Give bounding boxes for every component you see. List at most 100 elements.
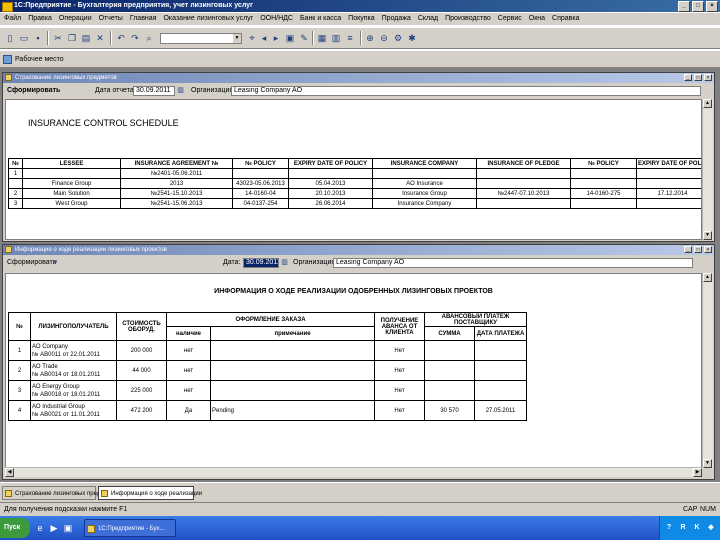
organization-field[interactable]: Leasing Company AO [231,86,701,96]
binoculars-icon[interactable]: ⌖ [246,32,258,44]
copy-icon[interactable]: ❐ [66,32,78,44]
chevron-down-icon[interactable]: ▼ [233,34,241,43]
tab-leasing-projects[interactable]: Информация о ходе реализации [98,486,202,500]
list-icon[interactable]: ≡ [344,32,356,44]
menu-windows[interactable]: Окна [529,13,545,25]
menu-help[interactable]: Справка [552,13,579,25]
start-button[interactable]: Пуск [0,518,30,538]
window-title: Информация о ходе реализации лизинговых … [15,247,167,253]
menu-file[interactable]: Файл [4,13,21,25]
cell: 14-0160-275 [570,188,637,199]
insurance-report-window: Страхование лизинговых предметов _ □ × С… [2,72,715,242]
report-params: Сформировать Дата отчета: 30.09.2011 ▥ О… [3,84,714,98]
desktop-icon[interactable]: ▣ [62,522,74,534]
dropdown-icon[interactable]: ▾ [51,257,60,269]
menu-bank[interactable]: Банк и касса [300,13,341,25]
horizontal-scrollbar[interactable]: ◀ ▶ [5,467,702,477]
close-button[interactable]: × [706,1,718,12]
vertical-scrollbar[interactable]: ▲ ▼ [702,273,713,468]
scroll-right-icon[interactable]: ▶ [693,468,702,477]
undo-icon[interactable]: ↶ [115,32,127,44]
calendar-icon[interactable]: ▥ [176,85,185,97]
cut-icon[interactable]: ✂ [52,32,64,44]
minimize-button[interactable]: _ [678,1,690,12]
save-icon[interactable]: ▪ [32,32,44,44]
m-plus-icon[interactable]: ⊕ [364,32,376,44]
ie-icon[interactable]: e [34,522,46,534]
menu-vat[interactable]: ООН/НДС [260,13,293,25]
table-row[interactable]: 3 АО Energy Group № АВ0018 от 18.01.2011 … [8,380,528,401]
open-icon[interactable]: ▭ [18,32,30,44]
scroll-up-icon[interactable]: ▲ [703,273,712,282]
paste-icon[interactable]: ▤ [80,32,92,44]
window-close-button[interactable]: × [704,246,712,253]
vertical-scrollbar[interactable]: ▲ ▼ [702,99,713,240]
calendar-icon[interactable]: ▥ [280,257,289,269]
scroll-left-icon[interactable]: ◀ [5,468,14,477]
menu-service[interactable]: Сервис [498,13,522,25]
search-next-icon[interactable]: ▸ [270,32,282,44]
m-minus-icon[interactable]: ⊖ [378,32,390,44]
scroll-down-icon[interactable]: ▼ [703,231,712,240]
task-1c[interactable]: 1С:Предприятие - Бух... [84,519,176,537]
folder-icon[interactable]: ▣ [284,32,296,44]
cell: Main Solution [22,188,121,199]
calendar-icon[interactable]: ▥ [330,32,342,44]
table-row[interactable]: 1 №2401-05.06.2011 [8,168,701,179]
menu-leasing[interactable]: Оказание лизинговых услуг [163,13,253,25]
menu-operations[interactable]: Операции [59,13,92,25]
recipient-name: АО Trade [32,363,58,370]
table-row[interactable]: 4 АО Industrial Group № АВ0021 от 11.01.2… [8,400,528,421]
table-row[interactable]: 2 АО Trade № АВ0014 от 18.01.2011 44 000 … [8,360,528,381]
new-doc-icon[interactable]: ▯ [4,32,16,44]
workplace-button[interactable]: Рабочее место [3,54,68,66]
search-combo[interactable]: ▼ [160,33,242,44]
window-minimize-button[interactable]: _ [684,246,692,253]
menu-purchase[interactable]: Покупка [348,13,374,25]
date-field[interactable]: 30.09.2011 [243,258,279,268]
menu-production[interactable]: Производство [445,13,491,25]
date-label: Дата отчета: [95,87,136,94]
mark-icon[interactable]: ✎ [298,32,310,44]
menu-warehouse[interactable]: Склад [418,13,438,25]
window-close-button[interactable]: × [704,74,712,81]
media-icon[interactable]: ▶ [48,522,60,534]
scroll-up-icon[interactable]: ▲ [703,99,712,108]
table-row[interactable]: 3 West Group №2541-15.06.2013 04-0137-25… [8,198,701,209]
settings-icon[interactable]: ⚙ [392,32,404,44]
redo-icon[interactable]: ↷ [129,32,141,44]
organization-field[interactable]: Leasing Company AO [333,258,693,268]
table-row[interactable]: Finance Group 2013 43023-05.06.2013 05.0… [8,178,701,189]
generate-button[interactable]: Сформировать [7,256,56,270]
table-row[interactable]: 1 АО Company № АВ0011 от 22.01.2011 200 0… [8,340,528,361]
tools-icon[interactable]: ✱ [406,32,418,44]
language-icon[interactable]: R [678,523,688,533]
keyboard-icon[interactable]: K [692,523,702,533]
help-icon[interactable]: ? [664,523,674,533]
find-icon[interactable]: ⌕ [143,32,155,44]
generate-button[interactable]: Сформировать [7,84,60,98]
menu-edit[interactable]: Правка [28,13,52,25]
tab-insurance-report[interactable]: Страхование лизинговых предметов [2,486,117,500]
maximize-button[interactable]: □ [692,1,704,12]
delete-icon[interactable]: ✕ [94,32,106,44]
window-maximize-button[interactable]: □ [694,74,702,81]
window-maximize-button[interactable]: □ [694,246,702,253]
scroll-down-icon[interactable]: ▼ [703,459,712,468]
cell [424,340,475,361]
network-icon[interactable]: ◆ [706,523,716,533]
window-minimize-button[interactable]: _ [684,74,692,81]
search-prev-icon[interactable]: ◂ [258,32,270,44]
menu-sales[interactable]: Продажа [382,13,411,25]
table-row[interactable]: 2 Main Solution №2541-15.10.2013 14-0160… [8,188,701,199]
cell: №2447-07.10.2013 [476,188,571,199]
column-header: ДАТА ПЛАТЕЖА [473,326,528,341]
recipient-contract: № АВ0018 от 18.01.2011 [32,391,101,398]
calc-icon[interactable]: ▦ [316,32,328,44]
date-field[interactable]: 30.09.2011 [133,86,175,96]
cell [476,168,571,179]
projects-table: № ЛИЗИНГОПОЛУЧАТЕЛЬ СТОИМОСТЬ ОБОРУД. ОФ… [8,312,528,421]
cell [232,168,289,179]
menu-reports[interactable]: Отчеты [99,13,123,25]
menu-main[interactable]: Главная [130,13,157,25]
